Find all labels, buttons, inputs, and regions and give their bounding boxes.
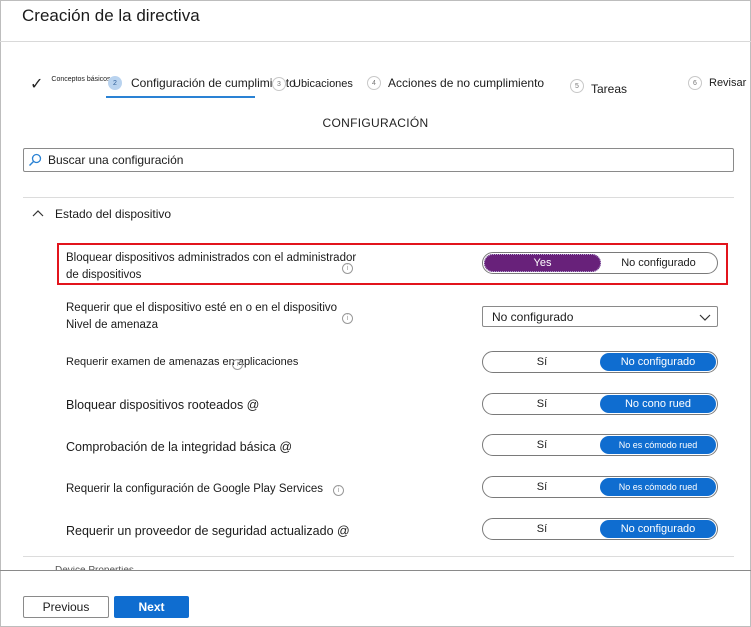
- label-line: de dispositivos: [66, 269, 142, 281]
- toggle-integridad-basica[interactable]: Sí No es cómodo rued: [482, 434, 718, 456]
- setting-label-proveedor-seguridad: Requerir un proveedor de seguridad actua…: [66, 524, 350, 538]
- setting-label-bloquear-administrador: Bloquear dispositivos administrados con …: [66, 250, 356, 284]
- info-icon[interactable]: i: [342, 263, 353, 274]
- divider: [23, 197, 734, 198]
- toggle-google-play[interactable]: Sí No es cómodo rued: [482, 476, 718, 498]
- toggle-option-no-configurado[interactable]: No cono rued: [600, 395, 716, 413]
- step-number-icon: 3: [272, 77, 286, 91]
- step-number-icon: 6: [688, 76, 702, 90]
- footer-divider: [0, 570, 751, 571]
- select-value: No configurado: [492, 309, 574, 324]
- step-acciones-no-cumplimiento[interactable]: 4 Acciones de no cumplimiento: [367, 76, 544, 90]
- chevron-down-icon: [699, 314, 711, 321]
- checkmark-icon: ✓: [30, 76, 44, 93]
- select-nivel-amenaza[interactable]: No configurado: [482, 306, 718, 327]
- group-header-estado-dispositivo[interactable]: Estado del dispositivo: [32, 207, 171, 221]
- toggle-examen-amenazas[interactable]: Sí No configurado: [482, 351, 718, 373]
- toggle-option-yes[interactable]: Yes: [484, 254, 601, 272]
- step-tareas[interactable]: 5 Tareas: [570, 76, 627, 96]
- setting-label-examen-amenazas: Requerir examen de amenazas en aplicacio…: [66, 356, 299, 368]
- toggle-option-si[interactable]: Sí: [484, 395, 600, 413]
- toggle-option-no-configurado[interactable]: No configurado: [600, 520, 716, 538]
- label-line: Requerir que el dispositivo esté en o en…: [66, 302, 338, 314]
- step-configuracion-cumplimiento[interactable]: 2 Configuración de cumplimiento: [108, 76, 296, 90]
- active-step-underline: [106, 96, 255, 98]
- label-line: Nivel de amenaza: [66, 319, 159, 331]
- toggle-option-no-configurado[interactable]: No configurado: [601, 254, 716, 272]
- step-number-icon: 5: [570, 79, 584, 93]
- search-icon: [29, 153, 42, 166]
- page-title: Creación de la directiva: [22, 6, 200, 25]
- section-title: CONFIGURACIÓN: [322, 116, 429, 130]
- toggle-option-no-configurado[interactable]: No es cómodo rued: [600, 478, 716, 496]
- step-revisar[interactable]: 6 Revisar: [688, 76, 746, 90]
- toggle-proveedor-seguridad[interactable]: Sí No configurado: [482, 518, 718, 540]
- toggle-option-si[interactable]: Sí: [484, 436, 600, 454]
- step-number-icon: 2: [108, 76, 122, 90]
- group-label: Estado del dispositivo: [55, 207, 172, 221]
- step-number-icon: 4: [367, 76, 381, 90]
- setting-label-google-play: Requerir la configuración de Google Play…: [66, 483, 323, 495]
- info-icon[interactable]: i: [232, 359, 243, 370]
- toggle-option-si[interactable]: Sí: [484, 353, 600, 371]
- divider: [23, 556, 734, 557]
- setting-label-nivel-amenaza: Requerir que el dispositivo esté en o en…: [66, 300, 337, 334]
- setting-label-integridad-basica: Comprobación de la integridad básica @: [66, 440, 293, 454]
- label-line: Bloquear dispositivos administrados con …: [66, 252, 357, 264]
- toggle-option-si[interactable]: Sí: [484, 478, 600, 496]
- setting-label-rooteados: Bloquear dispositivos rooteados @: [66, 398, 260, 412]
- previous-button[interactable]: Previous: [23, 596, 109, 618]
- info-icon[interactable]: i: [342, 313, 353, 324]
- toggle-option-si[interactable]: Sí: [484, 520, 600, 538]
- search-input[interactable]: Buscar una configuración: [23, 148, 734, 172]
- toggle-rooteados[interactable]: Sí No cono rued: [482, 393, 718, 415]
- step-conceptos-basicos[interactable]: ✓ Conceptos básicos: [30, 74, 111, 94]
- toggle-option-no-configurado[interactable]: No es cómodo rued: [600, 436, 716, 454]
- step-ubicaciones[interactable]: 3 Ubicaciones: [272, 77, 353, 91]
- header-divider: [0, 41, 751, 42]
- next-button[interactable]: Next: [114, 596, 189, 618]
- toggle-bloquear-administrador[interactable]: Yes No configurado: [482, 252, 718, 274]
- chevron-up-icon: [32, 210, 44, 217]
- step-label: Tareas: [591, 82, 628, 96]
- info-icon[interactable]: i: [333, 485, 344, 496]
- search-placeholder: Buscar una configuración: [48, 153, 184, 167]
- step-label: Revisar: [709, 77, 747, 89]
- step-label: Ubicaciones: [293, 78, 353, 90]
- toggle-option-no-configurado[interactable]: No configurado: [600, 353, 716, 371]
- step-label: Acciones de no cumplimiento: [388, 76, 545, 90]
- step-label: Conceptos básicos: [51, 75, 111, 83]
